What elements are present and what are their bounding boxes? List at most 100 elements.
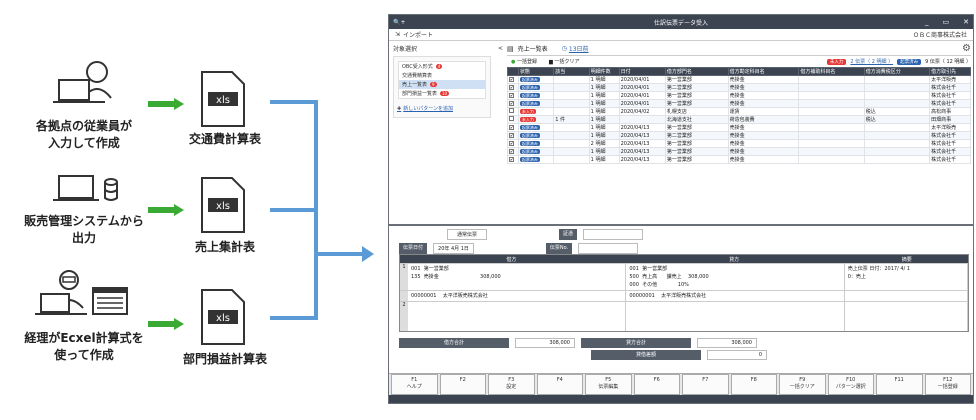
fkey-f5[interactable]: F5 伝票編集	[585, 374, 632, 395]
table-cell[interactable]	[798, 91, 865, 100]
table-row[interactable]: 未入力 1 明細 2020/04/02 札幌支店 運賃 税込 高松商事	[507, 107, 971, 116]
summary-field[interactable]	[583, 229, 644, 240]
table-cell[interactable]: 2020/04/13	[618, 147, 666, 156]
row-checkbox[interactable]	[509, 116, 514, 121]
table-row[interactable]: ✔ 起票済み 1 明細 2020/04/01 第一営業部 売掛金 太平洋販売	[507, 75, 971, 84]
fkey-f3[interactable]: F3 設定	[488, 374, 535, 395]
table-cell[interactable]	[798, 123, 865, 132]
row-checkbox[interactable]: ✔	[509, 156, 514, 162]
table-cell[interactable]: 売掛金	[727, 83, 800, 92]
add-pattern-link[interactable]: ✚ 新しいパターンを追加	[394, 103, 490, 114]
collapse-icon[interactable]: <	[498, 45, 503, 52]
table-cell[interactable]: 売掛金	[727, 75, 800, 84]
table-cell[interactable]	[863, 131, 931, 140]
table-row[interactable]: ✔ 起票済み 1 明細 2020/04/13 第一営業部 売掛金 株式会社千	[507, 147, 971, 156]
table-cell[interactable]: 第一営業部	[664, 99, 729, 108]
table-cell[interactable]	[863, 147, 931, 156]
table-cell[interactable]	[863, 83, 931, 92]
table-cell[interactable]: 荷造包装費	[727, 115, 800, 124]
table-cell[interactable]: 1 明細	[588, 123, 620, 132]
table-cell[interactable]: 2 明細	[588, 139, 620, 148]
table-cell[interactable]	[798, 75, 865, 84]
table-cell[interactable]: 未入力	[517, 115, 555, 124]
table-cell[interactable]: 起票済み	[517, 155, 555, 164]
table-cell[interactable]: 起票済み	[517, 147, 555, 156]
table-cell[interactable]	[798, 99, 865, 108]
table-cell[interactable]: 株式会社千	[929, 155, 971, 164]
tab-date[interactable]: 13日前	[569, 44, 589, 53]
table-cell[interactable]: ✔	[507, 75, 519, 84]
table-cell[interactable]	[863, 123, 931, 132]
table-cell[interactable]	[798, 107, 865, 116]
table-cell[interactable]: ✔	[507, 91, 519, 100]
table-cell[interactable]: ✔	[507, 83, 519, 92]
table-cell[interactable]: 1 明細	[588, 115, 620, 124]
row-checkbox[interactable]: ✔	[509, 100, 514, 106]
table-cell[interactable]: 札幌支店	[664, 107, 729, 116]
table-cell[interactable]: 2020/04/02	[618, 107, 666, 116]
table-cell[interactable]: 起票済み	[517, 75, 555, 84]
column-header[interactable]: 借方取引先	[929, 67, 971, 76]
table-cell[interactable]: 田畑商事	[929, 115, 971, 124]
table-cell[interactable]: 株式会社千	[929, 131, 971, 140]
fkey-f2[interactable]: F2	[439, 374, 486, 395]
table-cell[interactable]: 2020/04/01	[618, 99, 666, 108]
table-cell[interactable]: 売掛金	[727, 131, 800, 140]
journal-line[interactable]: 2	[400, 301, 968, 331]
column-header[interactable]: 状態	[517, 67, 555, 76]
table-cell[interactable]: 2020/04/01	[618, 91, 666, 100]
pending-count[interactable]: 2 伝票（ 2 明細 ）	[850, 58, 893, 65]
gear-icon[interactable]: ⚙	[962, 43, 971, 54]
column-header[interactable]	[507, 67, 519, 76]
table-cell[interactable]	[798, 115, 865, 124]
credit-partner[interactable]: 00000001 太平洋販売株式会社	[626, 291, 845, 301]
table-cell[interactable]	[553, 107, 590, 116]
table-cell[interactable]: ✔	[507, 139, 519, 148]
table-cell[interactable]	[798, 83, 865, 92]
table-cell[interactable]: 第一営業部	[664, 147, 729, 156]
table-cell[interactable]: 第一営業部	[664, 155, 729, 164]
table-cell[interactable]: ✔	[507, 131, 519, 140]
table-cell[interactable]: 売掛金	[727, 155, 800, 164]
table-cell[interactable]: 第一営業部	[664, 91, 729, 100]
fkey-f6[interactable]: F6	[633, 374, 680, 395]
table-cell[interactable]	[618, 115, 666, 124]
table-cell[interactable]	[553, 155, 590, 164]
sidebar-item-travel[interactable]: 交通費精算表	[399, 71, 485, 80]
table-cell[interactable]	[863, 139, 931, 148]
table-cell[interactable]	[798, 155, 865, 164]
table-cell[interactable]: 売掛金	[727, 91, 800, 100]
table-cell[interactable]: 税込	[863, 107, 931, 116]
table-cell[interactable]	[553, 75, 590, 84]
table-cell[interactable]: 1 明細	[588, 147, 620, 156]
table-cell[interactable]: 起票済み	[517, 91, 555, 100]
table-cell[interactable]: 2020/04/01	[618, 75, 666, 84]
table-row[interactable]: ✔ 起票済み 1 明細 2020/04/01 第一営業部 売掛金 株式会社千	[507, 99, 971, 108]
fkey-f7[interactable]: F7	[682, 374, 729, 395]
table-cell[interactable]: 起票済み	[517, 99, 555, 108]
column-header[interactable]: 明細件数	[588, 67, 620, 76]
table-cell[interactable]: 2020/04/13	[618, 139, 666, 148]
table-row[interactable]: ✔ 起票済み 1 明細 2020/04/01 第二営業部 売掛金 株式会社千	[507, 83, 971, 92]
table-cell[interactable]: 2020/04/13	[618, 155, 666, 164]
table-cell[interactable]: ✔	[507, 99, 519, 108]
table-cell[interactable]	[553, 139, 590, 148]
fkey-f1[interactable]: F1 ヘルプ	[391, 374, 438, 395]
table-row[interactable]: ✔ 起票済み 1 明細 2020/04/01 第一営業部 売掛金 株式会社千	[507, 91, 971, 100]
fkey-f4[interactable]: F4	[536, 374, 583, 395]
table-cell[interactable]	[553, 83, 590, 92]
table-cell[interactable]	[798, 147, 865, 156]
table-cell[interactable]: 1 明細	[588, 83, 620, 92]
table-cell[interactable]	[507, 115, 519, 124]
tab-sales[interactable]: 売上一覧表	[514, 44, 552, 53]
row-checkbox[interactable]: ✔	[509, 76, 514, 82]
table-cell[interactable]: 1 明細	[588, 91, 620, 100]
maximize-icon[interactable]: ▭	[943, 18, 950, 26]
table-cell[interactable]: 1 件	[553, 115, 590, 124]
row-checkbox[interactable]: ✔	[509, 132, 514, 138]
table-cell[interactable]	[863, 91, 931, 100]
row-checkbox[interactable]: ✔	[509, 148, 514, 154]
row-checkbox[interactable]: ✔	[509, 140, 514, 146]
debit-partner[interactable]: 00000001 太平洋販売株式会社	[408, 291, 627, 301]
table-cell[interactable]: 起票済み	[517, 83, 555, 92]
